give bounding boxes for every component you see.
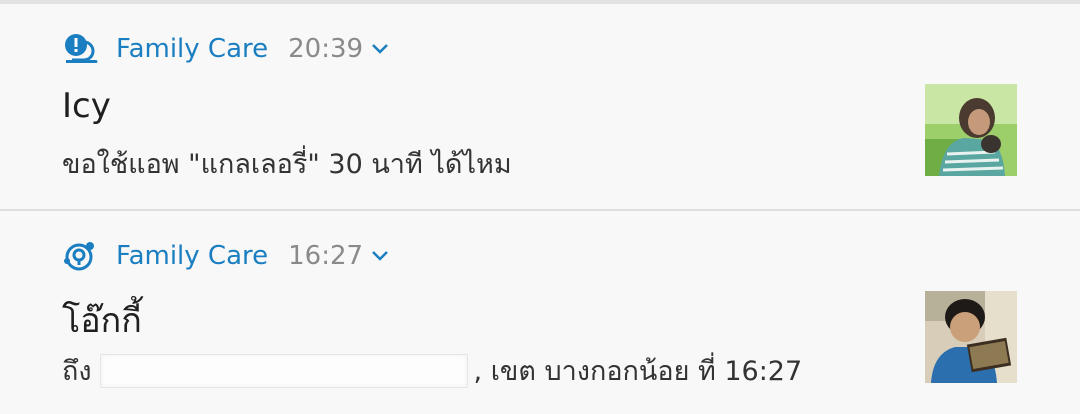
notification-shade: Family Care 20:39 Icy ขอใช้แอพ "แกลเลอรี…: [0, 0, 1080, 414]
family-care-location-icon: [62, 239, 100, 273]
family-care-alert-icon: [62, 32, 100, 66]
redacted-location: [99, 353, 468, 388]
notification-title: โอ๊กกี้: [62, 301, 142, 341]
notification-body: ขอใช้แอพ "แกลเลอรี่" 30 นาที ได้ไหม: [62, 149, 512, 180]
avatar: [925, 84, 1017, 176]
app-name: Family Care: [116, 241, 269, 271]
chevron-down-icon[interactable]: [371, 247, 389, 265]
notification-body: ถึง , เขต บางกอกน้อย ที่ 16:27: [62, 349, 802, 392]
notification-time: 20:39: [288, 34, 364, 64]
notification-time: 16:27: [288, 241, 364, 271]
notification-header: Family Care 16:27: [62, 239, 389, 273]
notification-card[interactable]: Family Care 20:39 Icy ขอใช้แอพ "แกลเลอรี…: [0, 4, 1080, 210]
avatar: [925, 291, 1017, 383]
body-suffix: , เขต บางกอกน้อย ที่ 16:27: [473, 356, 803, 387]
body-prefix: ถึง: [62, 356, 92, 387]
notification-header: Family Care 20:39: [62, 32, 389, 66]
notification-card[interactable]: Family Care 16:27 โอ๊กกี้ ถึง , เขต บางก…: [0, 211, 1080, 414]
chevron-down-icon[interactable]: [371, 40, 389, 58]
notification-title: Icy: [62, 86, 111, 126]
app-name: Family Care: [116, 34, 269, 64]
